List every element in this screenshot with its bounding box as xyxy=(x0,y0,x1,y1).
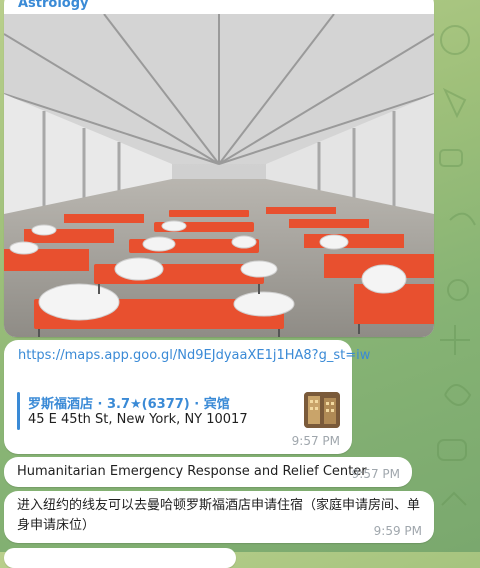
link-preview-thumbnail[interactable] xyxy=(304,392,340,428)
link-message-bubble: https://maps.app.goo.gl/Nd9EJdyaaXE1j1HA… xyxy=(4,340,370,454)
message-text-cn: 进入纽约的线友可以去曼哈顿罗斯福酒店申请住宿（家庭申请房间、单身申请床位） xyxy=(17,498,421,533)
link-preview-address: 45 E 45th St, New York, NY 10017 xyxy=(28,412,248,427)
message-time: 9:57 PM xyxy=(351,467,400,481)
maps-link[interactable]: https://maps.app.goo.gl/Nd9EJdyaaXE1j1HA… xyxy=(18,348,370,363)
link-preview-title[interactable]: 罗斯福酒店 · 3.7★(6377) · 宾馆 xyxy=(28,393,230,412)
message-time: 9:57 PM xyxy=(291,434,340,448)
message-text: Humanitarian Emergency Response and Reli… xyxy=(17,464,367,479)
shelter-photo[interactable] xyxy=(4,14,434,337)
next-message-bubble-partial xyxy=(4,548,236,568)
text-message-bubble-cn: 进入纽约的线友可以去曼哈顿罗斯福酒店申请住宿（家庭申请房间、单身申请床位） 9:… xyxy=(4,491,434,543)
message-time: 9:59 PM xyxy=(373,524,422,538)
link-preview-accent xyxy=(17,392,20,430)
shelter-photo-image xyxy=(4,14,434,337)
sender-name: Astrology xyxy=(18,0,89,11)
hotel-thumbnail-image xyxy=(304,392,340,428)
text-message-bubble: Humanitarian Emergency Response and Reli… xyxy=(4,457,412,487)
